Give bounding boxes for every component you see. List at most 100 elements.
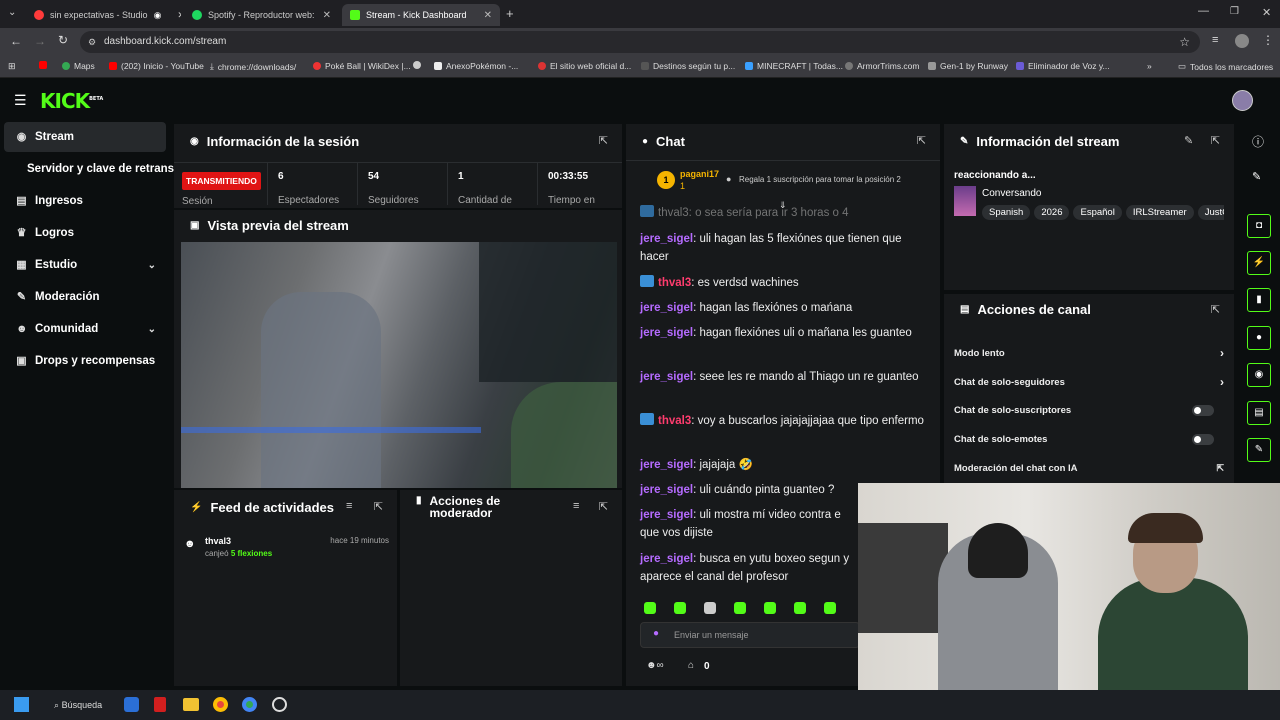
chat-username[interactable]: jere_sigel <box>640 371 693 383</box>
sidebar-item-comunidad[interactable]: ☻ Comunidad ⌄ <box>4 314 166 344</box>
chat-username[interactable]: jere_sigel <box>640 484 693 496</box>
bookmark-anexo[interactable]: AnexoPokémon -... <box>434 61 518 71</box>
store-icon[interactable]: ⌂ <box>688 660 694 671</box>
sidebar-item-ingresos[interactable]: ▤ Ingresos <box>4 186 166 216</box>
sidebar-item-stream[interactable]: ◉ Stream <box>4 122 166 152</box>
emotes-only-toggle[interactable] <box>1192 434 1214 445</box>
sidebar-item-logros[interactable]: ♛ Logros <box>4 218 166 248</box>
tab-kick-dashboard[interactable]: Stream - Kick Dashboard ✕ <box>342 4 500 26</box>
bookmark-youtube[interactable]: (202) Inicio - YouTube <box>109 61 204 71</box>
file-explorer-icon[interactable] <box>183 698 199 711</box>
bookmark-runway[interactable]: Gen-1 by Runway <box>928 61 1008 71</box>
bookmark-destinos[interactable]: Destinos según tu p... <box>641 61 735 71</box>
expand-icon[interactable]: ⇱ <box>917 134 926 147</box>
sidebar-item-drops[interactable]: ▣ Drops y recompensas <box>4 346 166 376</box>
rail-broadcast-button[interactable]: ◉ <box>1247 363 1271 387</box>
bookmark-sitio-oficial[interactable]: El sitio web oficial d... <box>538 61 631 71</box>
new-tab-icon[interactable]: + <box>506 6 514 21</box>
tab-studio[interactable]: sin expectativas - Studio ◉ ✕ <box>26 4 181 26</box>
tag[interactable]: Español <box>1073 205 1122 220</box>
forward-icon[interactable]: → <box>34 34 46 48</box>
tab-list-chevron-icon[interactable]: ⌄ <box>8 7 16 18</box>
reload-icon[interactable]: ↻ <box>58 33 68 47</box>
rail-bolt-button[interactable]: ⚡ <box>1247 251 1271 275</box>
back-icon[interactable]: ← <box>10 34 22 48</box>
info-icon[interactable]: ⓘ <box>1252 133 1264 150</box>
emote-icon[interactable] <box>644 602 656 614</box>
followers-only-row[interactable]: Chat de solo-seguidores › <box>954 375 1224 389</box>
tag[interactable]: JustC <box>1197 205 1224 220</box>
kick-logo[interactable]: KICKBETA <box>40 89 103 113</box>
bookmark-web-icon[interactable] <box>413 61 421 69</box>
subscribers-only-toggle[interactable] <box>1192 405 1214 416</box>
bookmark-downloads[interactable]: ⤓ chrome://downloads/ <box>210 61 296 72</box>
more-bookmarks-icon[interactable]: » <box>1147 61 1152 71</box>
bookmark-wikidex[interactable]: Poké Ball | WikiDex |... <box>313 61 411 71</box>
profile-avatar-icon[interactable] <box>1235 34 1249 48</box>
rail-wrench-button[interactable]: ✎ <box>1247 438 1271 462</box>
taskbar-search[interactable]: ⌕ Búsqueda <box>46 696 108 714</box>
users-icon[interactable]: ☻∞ <box>646 660 664 671</box>
chat-username[interactable]: jere_sigel <box>640 459 693 471</box>
app-red-icon[interactable] <box>154 697 166 712</box>
sidebar-item-estudio[interactable]: ▦ Estudio ⌄ <box>4 250 166 280</box>
bookmark-youtube-icon[interactable] <box>39 61 47 69</box>
close-tab-icon[interactable]: ✕ <box>323 10 331 21</box>
microphone-icon[interactable]: ● <box>653 628 659 639</box>
sidebar-item-moderacion[interactable]: ✎ Moderación <box>4 282 166 312</box>
ai-moderation-row[interactable]: Moderación del chat con IA ⇱ <box>954 463 1224 474</box>
scroll-to-bottom-icon[interactable]: ⇓ <box>779 200 787 211</box>
pinned-user[interactable]: pagani17 <box>680 169 719 179</box>
chat-input[interactable]: ● Enviar un mensaje <box>640 622 860 648</box>
chat-username[interactable]: jere_sigel <box>640 327 693 339</box>
tab-spotify[interactable]: Spotify - Reproductor web: mús ✕ <box>184 4 339 26</box>
hamburger-menu-icon[interactable]: ☰ <box>14 92 27 109</box>
close-tab-icon[interactable]: ✕ <box>484 10 492 21</box>
rail-shield-button[interactable]: ▮ <box>1247 288 1271 312</box>
emote-icon[interactable] <box>824 602 836 614</box>
chrome-icon[interactable] <box>213 697 228 712</box>
minimize-icon[interactable]: — <box>1198 5 1209 17</box>
expand-icon[interactable]: ⇱ <box>1211 303 1220 316</box>
close-window-icon[interactable]: ✕ <box>1262 6 1271 19</box>
maximize-icon[interactable]: ❐ <box>1230 6 1239 17</box>
pencil-icon[interactable]: ✎ <box>1252 170 1261 183</box>
obs-icon[interactable] <box>272 697 287 712</box>
expand-icon[interactable]: ⇱ <box>374 500 383 513</box>
close-tab-icon[interactable]: ✕ <box>177 10 181 21</box>
url-field[interactable]: ⚙ dashboard.kick.com/stream ☆ <box>80 31 1200 53</box>
slow-mode-row[interactable]: Modo lento › <box>954 346 1224 360</box>
tag[interactable]: Spanish <box>982 205 1031 220</box>
user-avatar[interactable] <box>1232 90 1253 111</box>
chat-username[interactable]: jere_sigel <box>640 509 693 521</box>
expand-icon[interactable]: ⇱ <box>1211 134 1220 147</box>
bookmark-armortrims[interactable]: ArmorTrims.com <box>845 61 919 71</box>
emote-icon[interactable] <box>764 602 776 614</box>
filter-icon[interactable]: ≡ <box>346 500 352 512</box>
stream-preview-video[interactable] <box>181 242 617 488</box>
expand-icon[interactable]: ⇱ <box>599 500 608 513</box>
rail-camera-button[interactable]: ◘ <box>1247 214 1271 238</box>
all-bookmarks[interactable]: ▭ Todos los marcadores <box>1178 61 1273 72</box>
tag[interactable]: IRLStreamer <box>1125 205 1194 220</box>
edit-icon[interactable]: ✎ <box>1184 134 1193 147</box>
rail-chat-button[interactable]: ● <box>1247 326 1271 350</box>
emote-icon[interactable] <box>734 602 746 614</box>
bookmark-eliminador[interactable]: Eliminador de Voz y... <box>1016 61 1110 71</box>
emote-icon[interactable] <box>704 602 716 614</box>
bookmark-maps[interactable]: Maps <box>62 61 95 71</box>
chat-username[interactable]: jere_sigel <box>640 302 693 314</box>
apps-grid-icon[interactable]: ⊞ <box>8 61 16 72</box>
site-info-icon[interactable]: ⚙ <box>88 31 96 53</box>
bookmark-minecraft[interactable]: MINECRAFT | Todas... <box>745 61 843 71</box>
filter-icon[interactable]: ≡ <box>573 500 579 512</box>
chat-username[interactable]: jere_sigel <box>640 553 693 565</box>
chrome-active-icon[interactable] <box>242 697 257 712</box>
bookmark-star-icon[interactable]: ☆ <box>1179 31 1190 53</box>
media-control-icon[interactable]: ≡ <box>1212 34 1218 46</box>
emote-icon[interactable] <box>794 602 806 614</box>
chat-username[interactable]: thval3 <box>658 415 691 427</box>
sidebar-item-server-key[interactable]: Servidor y clave de retransm <box>4 154 174 184</box>
chat-username[interactable]: jere_sigel <box>640 233 693 245</box>
windows-start-icon[interactable] <box>14 697 29 712</box>
